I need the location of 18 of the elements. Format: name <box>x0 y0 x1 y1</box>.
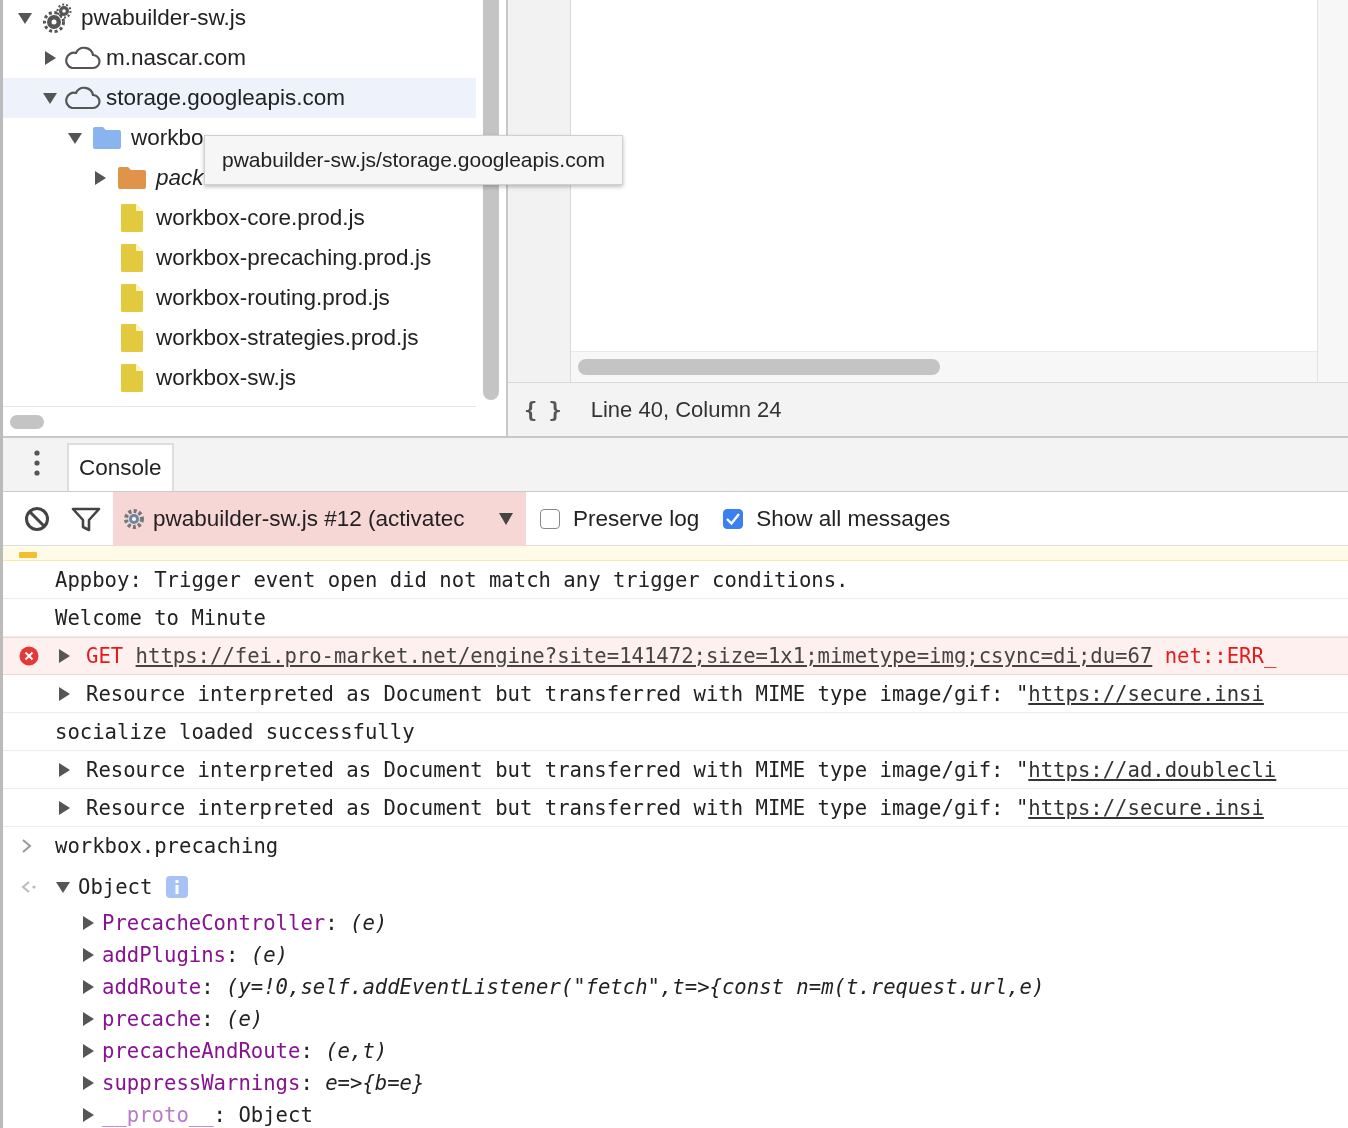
object-property: precacheAndRoute: (e,t) <box>102 1039 388 1063</box>
console-command: workbox.precaching <box>55 834 279 858</box>
object-label: Object <box>78 875 153 899</box>
log-message: socialize loaded successfully <box>55 719 415 744</box>
object-property: PrecacheController: (e) <box>102 911 388 935</box>
tooltip: pwabuilder-sw.js/storage.googleapis.com <box>204 135 623 185</box>
object-property: addPlugins: (e) <box>102 943 288 967</box>
log-message: Resource interpreted as Document but transferred with MIME type image/gif: "https://secure.insi <box>86 681 1264 706</box>
log-message: Resource interpreted as Document but transferred with MIME type image/gif: "https://ad.doublecli <box>86 757 1277 782</box>
log-message: Resource interpreted as Document but transferred with MIME type image/gif: "https://secure.insi <box>86 795 1264 820</box>
object-property: __proto__: Object <box>102 1103 313 1127</box>
log-message: Appboy: Trigger event open did not match any trigger conditions. <box>55 567 849 592</box>
error-message: GET https://fei.pro-market.net/engine?site=141472;size=1x1;mimetype=img;csync=di;du=67 net::ERR_ <box>86 644 1277 668</box>
cursor-position: Line 40, Column 24 <box>590 396 782 423</box>
object-property: suppressWarnings: e=>{b=e} <box>102 1071 425 1095</box>
object-property: precache: (e) <box>102 1007 264 1031</box>
log-message: Welcome to Minute <box>55 605 266 630</box>
object-property: addRoute: (y=!0,self.addEventListener("fetch",t=>{const n=m(t.request.url,e) <box>102 975 1045 999</box>
